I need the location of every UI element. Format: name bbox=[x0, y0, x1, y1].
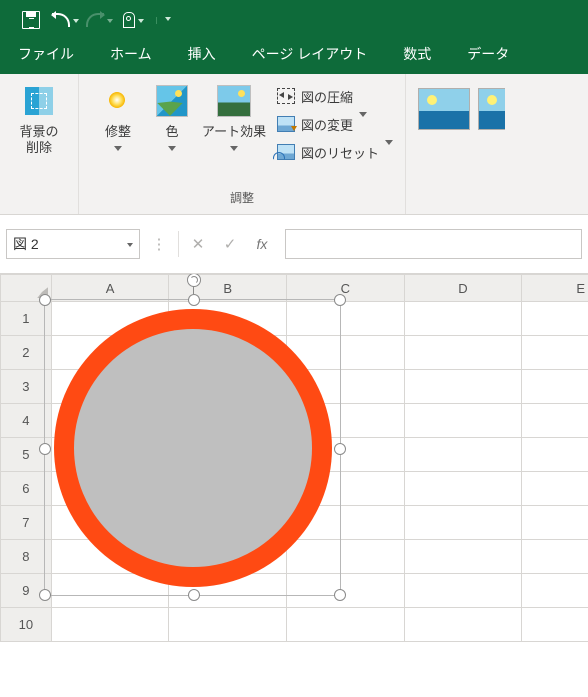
formula-bar: 図 2 ⋮ ✕ ✓ fx bbox=[0, 215, 588, 274]
dropdown-caret-icon bbox=[230, 142, 238, 155]
remove-background-icon bbox=[25, 87, 53, 115]
name-box[interactable]: 図 2 bbox=[6, 229, 140, 259]
dropdown-caret-icon bbox=[107, 19, 113, 26]
rotate-handle[interactable] bbox=[187, 274, 201, 287]
change-label: 図の変更 bbox=[301, 115, 353, 134]
dropdown-caret-icon bbox=[165, 17, 171, 24]
compress-picture-button[interactable]: 図の圧縮 bbox=[273, 82, 397, 110]
undo-icon bbox=[52, 13, 70, 27]
remove-background-button[interactable]: 背景の削除 bbox=[8, 80, 70, 157]
quick-access-toolbar bbox=[0, 0, 588, 40]
tab-insert[interactable]: 挿入 bbox=[170, 36, 234, 74]
resize-handle-w[interactable] bbox=[39, 443, 51, 455]
corrections-label: 修整 bbox=[105, 124, 131, 140]
artistic-effects-label: アート効果 bbox=[202, 124, 266, 140]
tab-formulas[interactable]: 数式 bbox=[385, 36, 449, 74]
color-icon bbox=[156, 85, 188, 117]
remove-bg-label-2: 削除 bbox=[26, 140, 52, 155]
dropdown-caret-icon bbox=[359, 117, 367, 132]
resize-handle-nw[interactable] bbox=[39, 294, 51, 306]
tab-home[interactable]: ホーム bbox=[92, 36, 170, 74]
col-header-D[interactable]: D bbox=[404, 275, 522, 302]
col-header-E[interactable]: E bbox=[522, 275, 588, 302]
ribbon-group-remove-bg: 背景の削除 bbox=[0, 74, 79, 214]
save-button[interactable] bbox=[14, 6, 48, 34]
change-picture-button[interactable]: 図の変更 bbox=[273, 110, 397, 138]
group-label bbox=[37, 190, 40, 212]
tab-file[interactable]: ファイル bbox=[0, 36, 92, 74]
col-header-A[interactable]: A bbox=[51, 275, 169, 302]
row-header-10[interactable]: 10 bbox=[1, 608, 52, 642]
worksheet-grid[interactable]: A B C D E 1 2 3 4 5 6 7 8 9 10 bbox=[0, 274, 588, 697]
save-icon bbox=[22, 11, 40, 29]
group-label-adjust: 調整 bbox=[230, 187, 254, 212]
compress-label: 図の圧縮 bbox=[301, 87, 353, 106]
resize-handle-e[interactable] bbox=[334, 443, 346, 455]
dropdown-caret-icon bbox=[385, 145, 393, 160]
color-label: 色 bbox=[165, 124, 178, 140]
touch-icon bbox=[123, 12, 135, 28]
undo-split-button[interactable] bbox=[48, 6, 82, 34]
artistic-effects-icon bbox=[217, 85, 251, 117]
check-icon: ✓ bbox=[224, 235, 237, 253]
qat-customize-button[interactable] bbox=[156, 17, 171, 24]
enter-button[interactable]: ✓ bbox=[217, 230, 243, 258]
dropdown-caret-icon bbox=[138, 19, 144, 26]
reset-picture-icon bbox=[277, 144, 295, 160]
picture-styles-gallery[interactable] bbox=[406, 74, 509, 214]
corrections-icon bbox=[103, 86, 133, 116]
tab-data[interactable]: データ bbox=[449, 36, 527, 74]
resize-handle-s[interactable] bbox=[188, 589, 200, 601]
picture-style-preset-2[interactable] bbox=[478, 88, 505, 130]
resize-handle-se[interactable] bbox=[334, 589, 346, 601]
resize-handle-ne[interactable] bbox=[334, 294, 346, 306]
color-button[interactable]: 色 bbox=[149, 80, 195, 155]
separator bbox=[178, 231, 179, 257]
artistic-effects-button[interactable]: アート効果 bbox=[195, 80, 273, 155]
resize-handle-n[interactable] bbox=[188, 294, 200, 306]
picture-style-preset-1[interactable] bbox=[418, 88, 470, 130]
insert-function-button[interactable]: fx bbox=[249, 230, 275, 258]
tab-page-layout[interactable]: ページ レイアウト bbox=[234, 36, 386, 74]
redo-icon bbox=[86, 13, 104, 27]
corrections-button[interactable]: 修整 bbox=[87, 80, 149, 155]
selected-picture-object[interactable] bbox=[44, 299, 341, 596]
resize-handle-sw[interactable] bbox=[39, 589, 51, 601]
expand-formula-bar-button[interactable]: ⋮ bbox=[146, 230, 172, 258]
redo-split-button[interactable] bbox=[82, 6, 116, 34]
ribbon: 背景の削除 修整 色 アート効果 bbox=[0, 74, 588, 215]
cancel-button[interactable]: ✕ bbox=[185, 230, 211, 258]
change-picture-icon bbox=[277, 116, 295, 132]
dropdown-caret-icon bbox=[73, 19, 79, 26]
remove-bg-label-1: 背景の bbox=[19, 124, 58, 139]
ribbon-group-adjust: 修整 色 アート効果 図の圧縮 図の変更 bbox=[79, 74, 406, 214]
reset-label: 図のリセット bbox=[301, 143, 379, 162]
reset-picture-button[interactable]: 図のリセット bbox=[273, 138, 397, 166]
selection-box bbox=[44, 299, 341, 596]
compress-icon bbox=[277, 88, 295, 104]
formula-input[interactable] bbox=[285, 229, 582, 259]
ribbon-tab-bar: ファイル ホーム 挿入 ページ レイアウト 数式 データ bbox=[0, 40, 588, 74]
name-box-value: 図 2 bbox=[13, 234, 39, 254]
dropdown-caret-icon bbox=[114, 142, 122, 155]
dropdown-caret-icon bbox=[168, 142, 176, 155]
dropdown-caret-icon bbox=[127, 243, 133, 250]
cancel-icon: ✕ bbox=[192, 235, 205, 253]
touch-mode-button[interactable] bbox=[116, 6, 150, 34]
fx-label: fx bbox=[257, 236, 268, 252]
